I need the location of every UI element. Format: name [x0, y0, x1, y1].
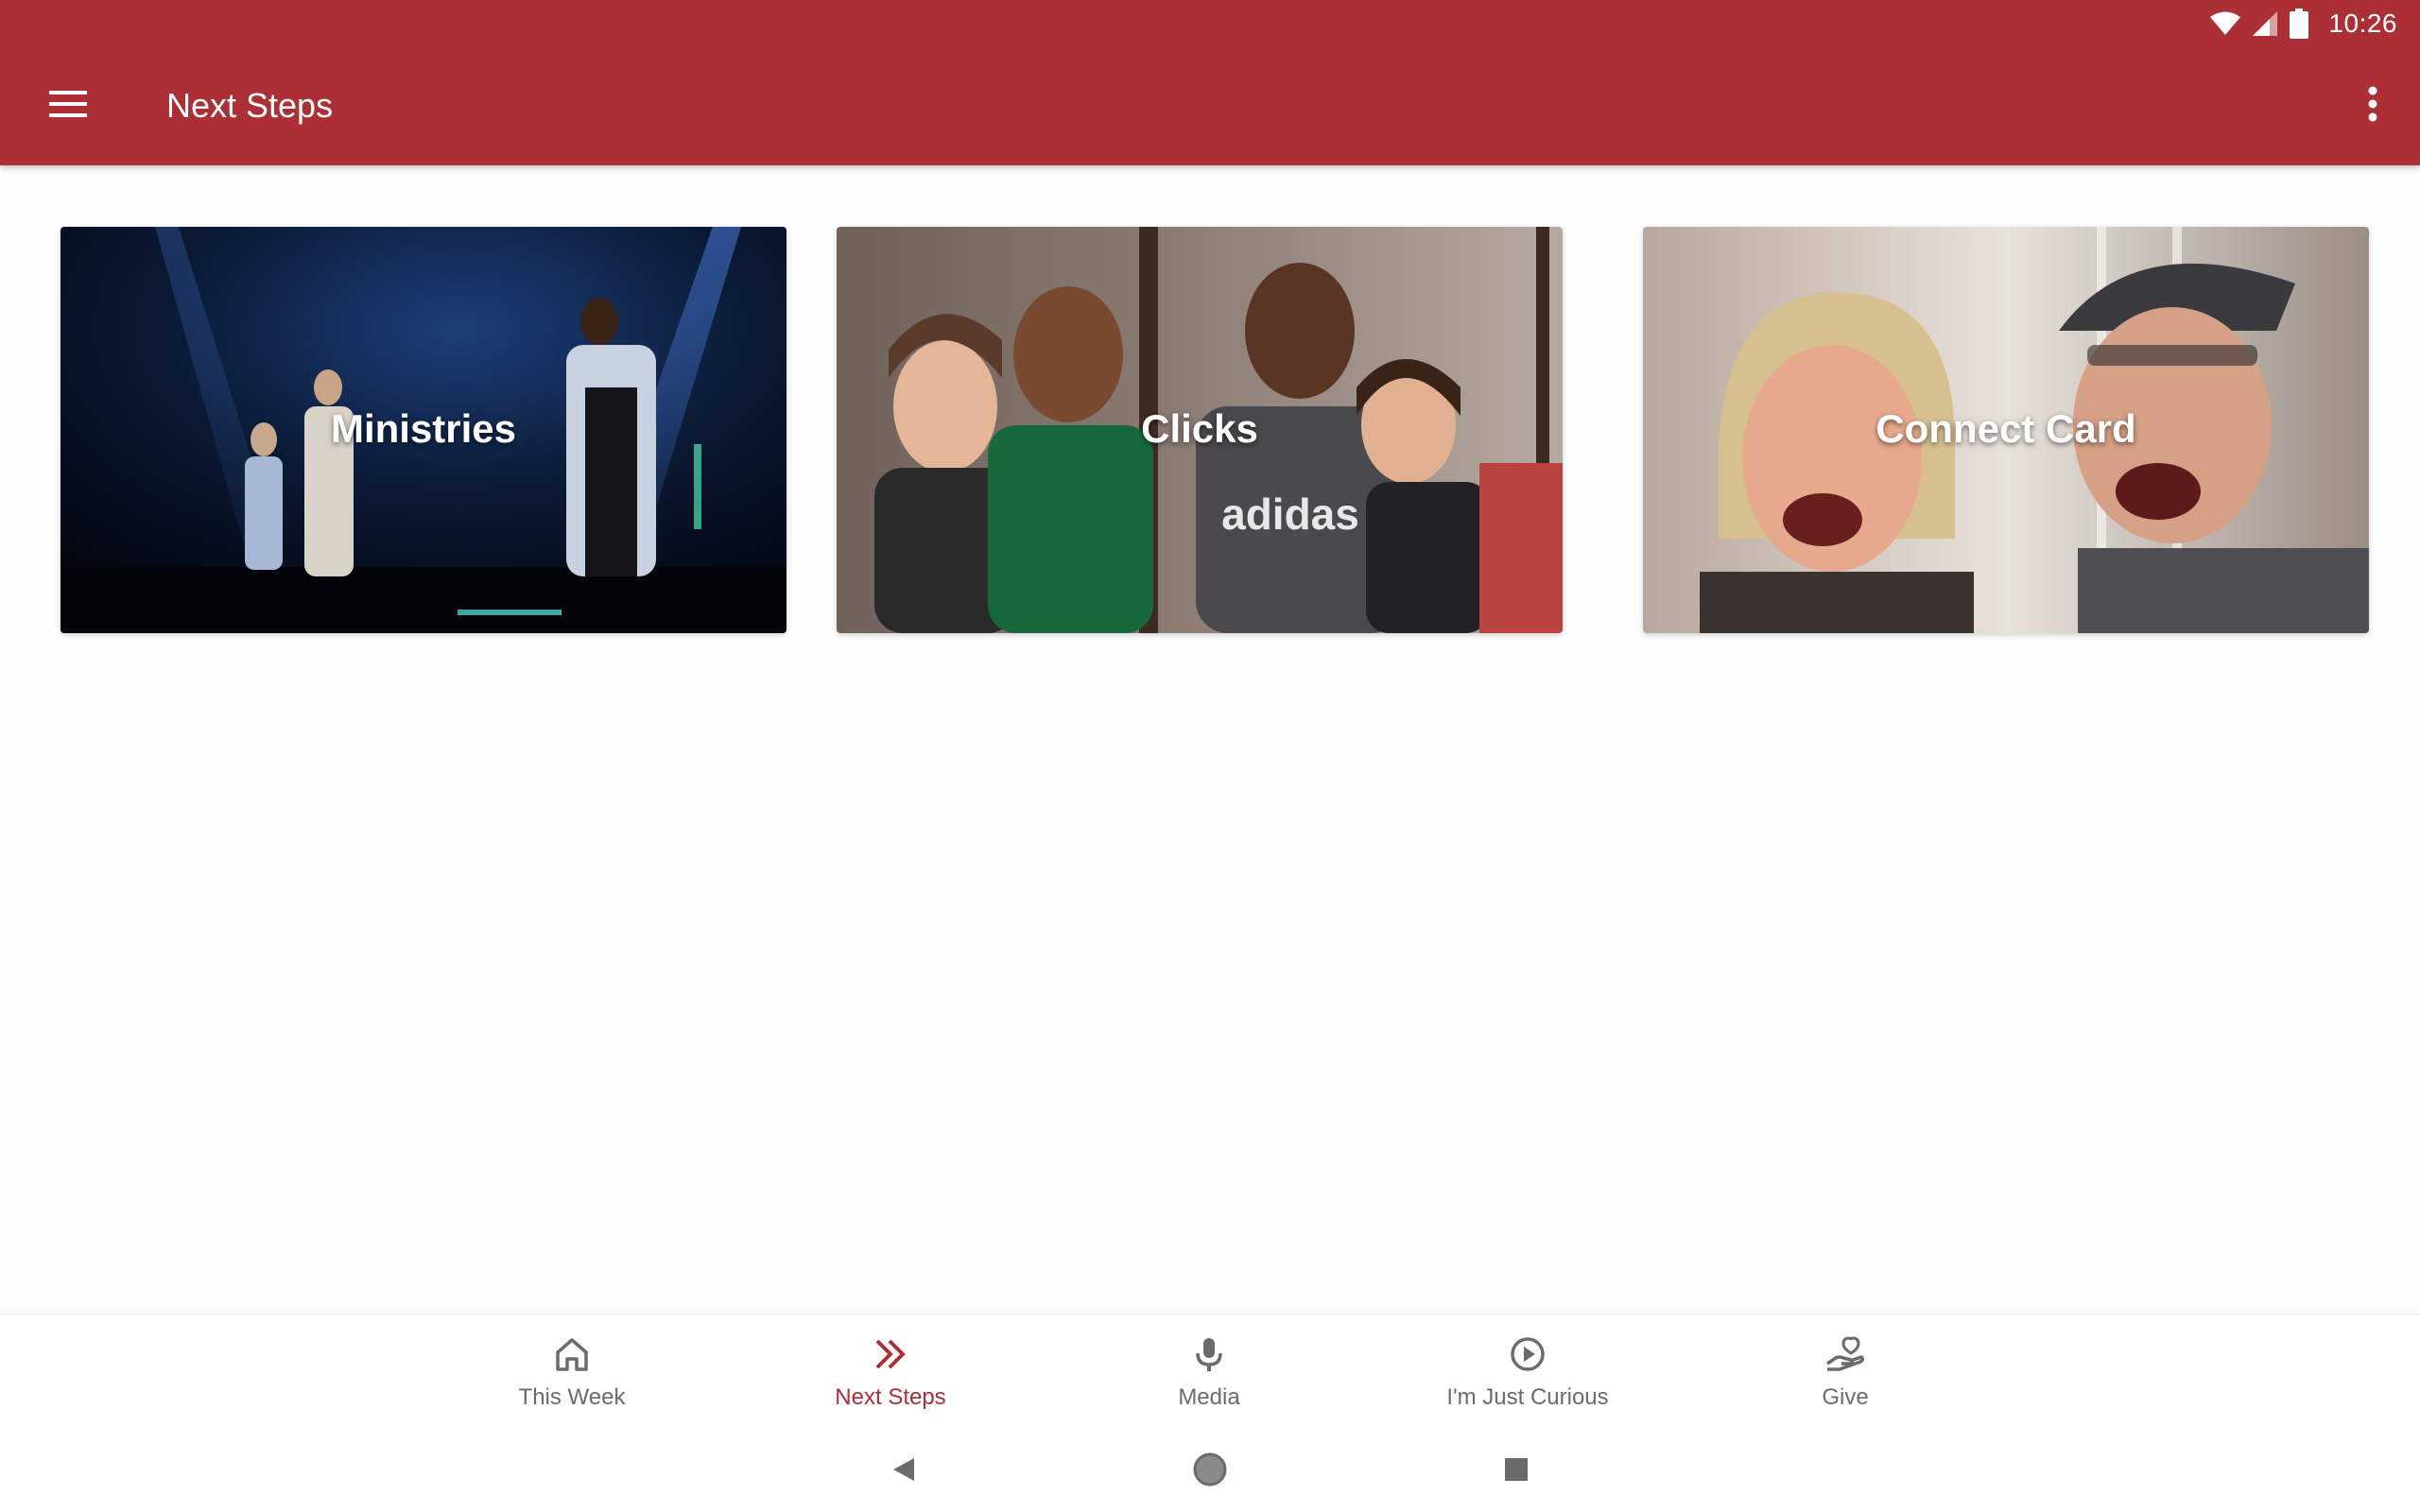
nav-label: This Week: [518, 1384, 626, 1410]
card-label: Clicks: [1141, 406, 1258, 451]
nav-give[interactable]: Give: [1722, 1314, 1968, 1435]
nav-label: Next Steps: [835, 1384, 946, 1410]
nav-media[interactable]: Media: [1086, 1314, 1332, 1435]
recents-icon: [1504, 1457, 1529, 1486]
card-connect-card[interactable]: Connect Card: [1643, 227, 2369, 633]
nav-im-just-curious[interactable]: I'm Just Curious: [1405, 1314, 1651, 1435]
home-circle-icon: [1192, 1452, 1228, 1492]
nav-this-week[interactable]: This Week: [449, 1314, 695, 1435]
nav-label: I'm Just Curious: [1446, 1384, 1609, 1410]
card-label: Ministries: [330, 406, 517, 451]
hamburger-menu-icon: [49, 90, 87, 123]
give-hand-icon: [1823, 1332, 1868, 1377]
page-title: Next Steps: [166, 86, 334, 125]
status-bar: 10:26: [0, 0, 2420, 47]
app-bar: 10:26 Next Steps: [0, 0, 2420, 165]
card-grid: Ministries adidas Clicks Connect Card: [0, 0, 2420, 1512]
system-navigation-bar: [0, 1435, 2420, 1512]
card-label: Connect Card: [1876, 406, 2136, 451]
nav-next-steps[interactable]: Next Steps: [768, 1314, 1013, 1435]
more-vert-icon: [2367, 85, 2378, 128]
app-screen: 10:26 Next Steps Ministries adidas Click…: [0, 0, 2420, 1512]
microphone-icon: [1186, 1332, 1232, 1377]
status-icons: 10:26: [2209, 6, 2397, 42]
battery-icon: [2289, 9, 2309, 39]
shirt-logo: adidas: [1221, 490, 1359, 539]
system-back-button[interactable]: [875, 1448, 932, 1495]
wifi-icon: [2209, 10, 2241, 37]
status-time: 10:26: [2328, 9, 2397, 38]
home-icon: [549, 1332, 595, 1377]
hamburger-menu-button[interactable]: [30, 70, 106, 142]
system-recents-button[interactable]: [1488, 1448, 1545, 1495]
card-ministries[interactable]: Ministries: [60, 227, 786, 633]
card-clicks[interactable]: adidas Clicks: [837, 227, 1563, 633]
back-icon: [891, 1456, 916, 1487]
toolbar: Next Steps: [0, 47, 2420, 165]
overflow-menu-button[interactable]: [2344, 70, 2401, 142]
play-circle-icon: [1505, 1332, 1550, 1377]
nav-label: Media: [1178, 1384, 1240, 1410]
nav-label: Give: [1822, 1384, 1869, 1410]
system-home-button[interactable]: [1182, 1448, 1238, 1495]
bottom-navigation: This Week Next Steps Media I'm Just Curi…: [0, 1314, 2420, 1435]
cell-signal-icon: [2251, 10, 2279, 37]
double-chevron-right-icon: [868, 1332, 913, 1377]
